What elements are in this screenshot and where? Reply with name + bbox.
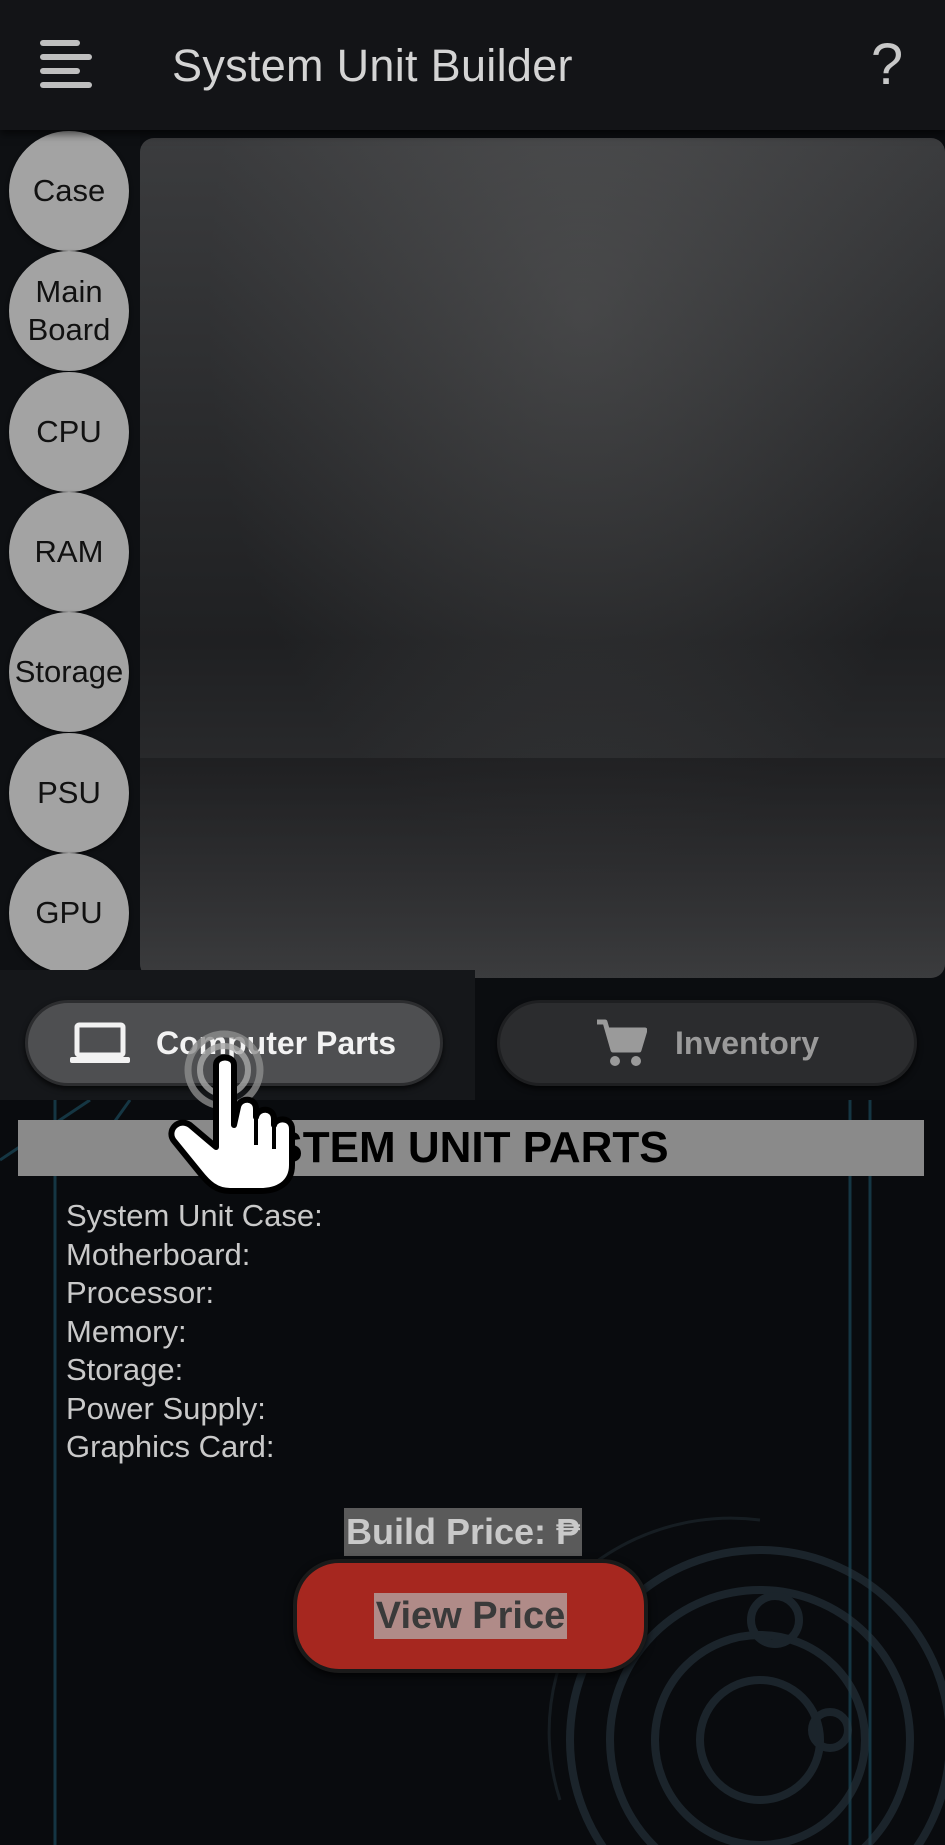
app-bar: System Unit Builder ? [0, 0, 945, 130]
app-title: System Unit Builder [172, 40, 573, 91]
category-ram-button[interactable]: RAM [9, 492, 129, 612]
part-row-power-supply: Power Supply: [66, 1390, 266, 1426]
viewport-floor [140, 758, 945, 978]
view-price-label: View Price [373, 1593, 568, 1639]
category-label: Storage [14, 654, 124, 689]
build-price-label: Build Price: ₱ [344, 1508, 583, 1556]
category-storage-button[interactable]: Storage [9, 612, 129, 732]
category-mainboard-button[interactable]: Main Board [9, 251, 129, 371]
cart-icon [597, 1019, 647, 1066]
view-price-button[interactable]: View Price [293, 1559, 648, 1673]
category-label: CPU [36, 414, 102, 449]
category-label: GPU [35, 895, 103, 930]
category-label: Main Board [27, 274, 111, 347]
category-label: Case [32, 173, 106, 208]
category-label: RAM [34, 534, 104, 569]
build-viewport[interactable] [140, 138, 945, 978]
category-label: PSU [37, 775, 101, 810]
part-row-storage: Storage: [66, 1352, 184, 1387]
laptop-icon [70, 1022, 130, 1063]
tab-label: Inventory [675, 1024, 820, 1061]
tab-inventory[interactable]: Inventory [497, 1000, 917, 1086]
part-row-motherboard: Motherboard: [66, 1236, 251, 1272]
part-row-memory: Memory: [66, 1313, 187, 1349]
category-case-button[interactable]: Case [9, 131, 129, 251]
category-cpu-button[interactable]: CPU [9, 372, 129, 492]
section-title: STEM UNIT PARTS [18, 1120, 924, 1176]
category-psu-button[interactable]: PSU [9, 733, 129, 853]
part-row-processor: Processor: [66, 1275, 215, 1310]
parts-list: System Unit Case: Motherboard: Processor… [66, 1197, 323, 1467]
help-icon[interactable]: ? [862, 30, 912, 100]
category-gpu-button[interactable]: GPU [9, 853, 129, 973]
menu-icon[interactable] [30, 30, 100, 100]
tap-hand-icon [168, 1030, 295, 1194]
part-row-graphics-card: Graphics Card: [66, 1429, 275, 1464]
part-row-case: System Unit Case: [66, 1198, 323, 1233]
